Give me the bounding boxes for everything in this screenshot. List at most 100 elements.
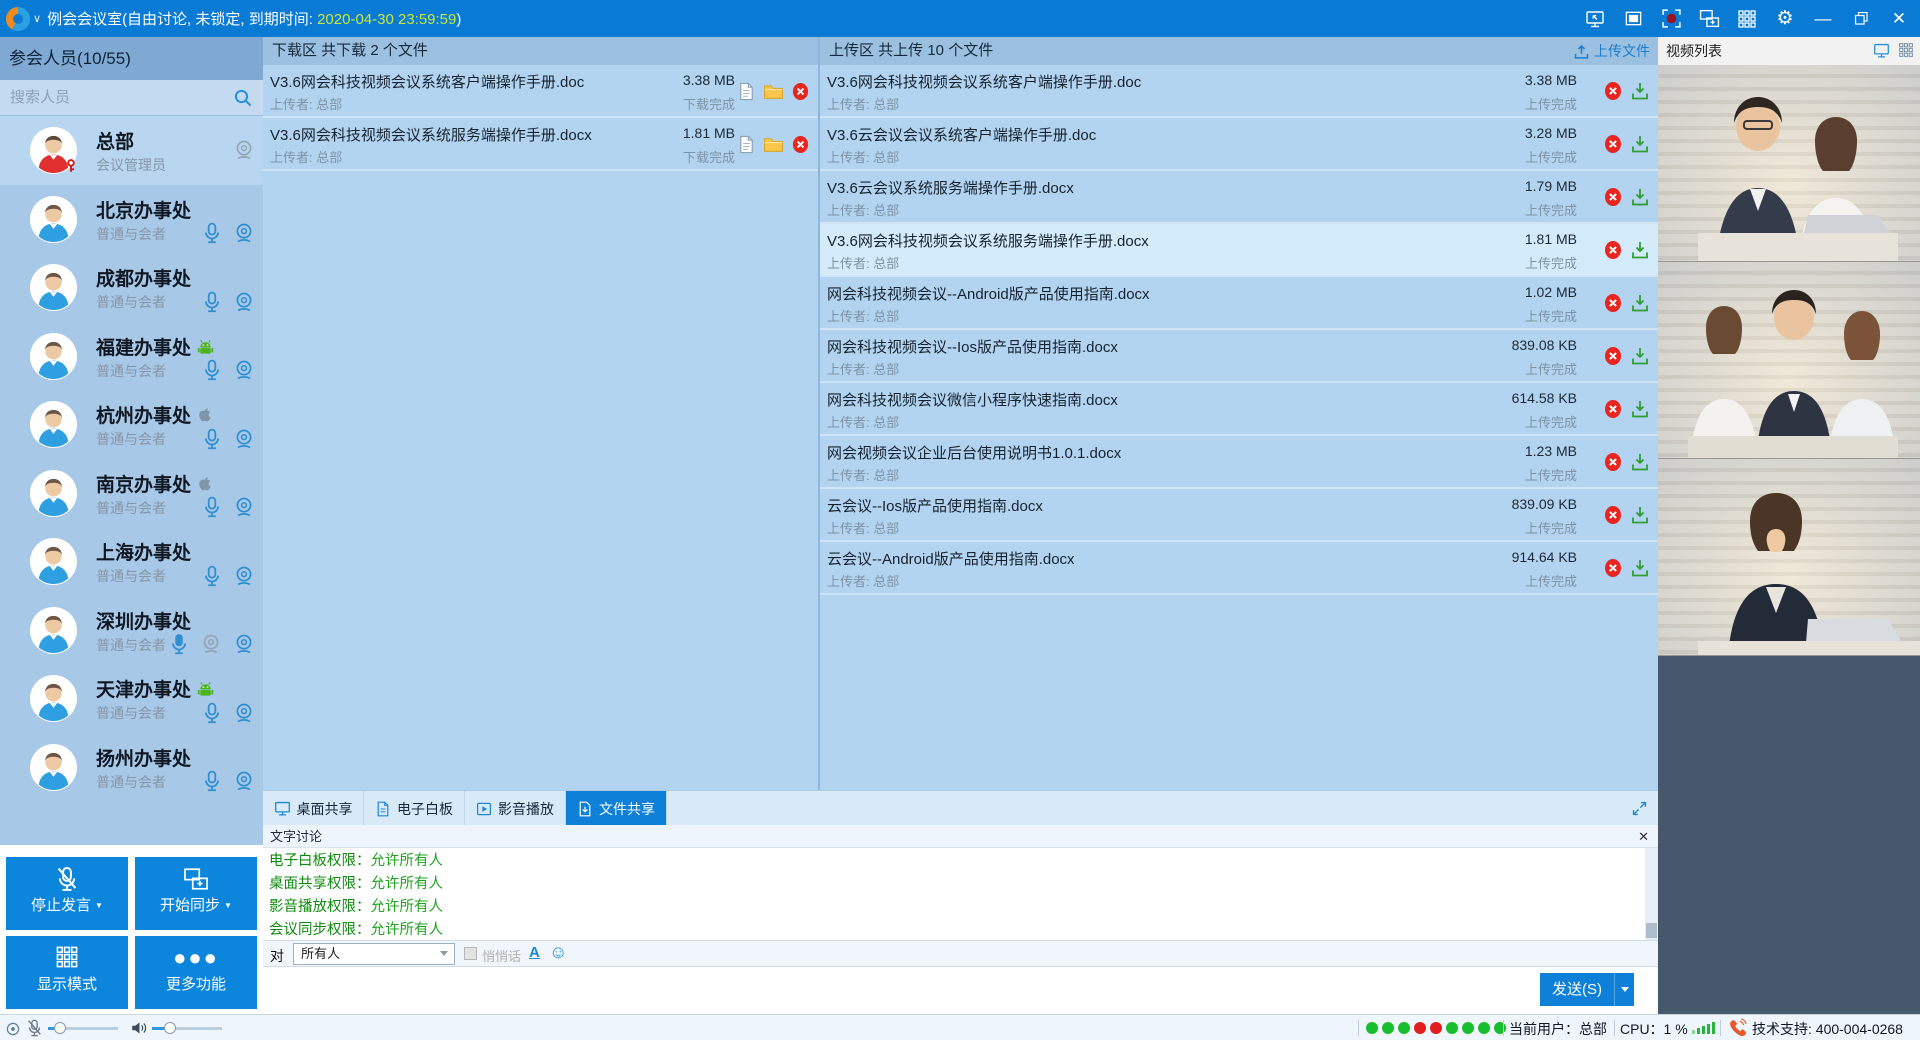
tab-desktop-share[interactable]: 桌面共享 [263,791,364,826]
screen-share-icon[interactable] [1584,8,1606,30]
upload-file-row[interactable]: 网会科技视频会议--Android版产品使用指南.docx 上传者: 总部 1.… [820,277,1658,330]
participant-row[interactable]: 深圳办事处 普通与会者 [0,596,263,665]
upload-file-row[interactable]: V3.6云会议会议系统客户端操作手册.doc 上传者: 总部 3.28 MB 上… [820,118,1658,171]
mic-active-icon[interactable] [169,633,189,655]
layout-grid-icon[interactable] [1736,8,1758,30]
download-file-icon[interactable] [1630,558,1650,578]
upload-file-row-selected[interactable]: V3.6网会科技视频会议系统服务端操作手册.docx 上传者: 总部 1.81 … [820,224,1658,277]
webcam-off-icon[interactable] [233,139,255,161]
participant-row[interactable]: 北京办事处 普通与会者 [0,185,263,254]
stop-speaking-button[interactable]: 停止发言▼ [6,857,128,930]
video-mode-icon[interactable] [1873,42,1890,59]
webcam-off-icon[interactable] [200,633,222,655]
download-file-icon[interactable] [1630,293,1650,313]
delete-file-icon[interactable] [1603,399,1623,419]
participant-row[interactable]: 扬州办事处 普通与会者 [0,733,263,802]
open-folder-icon[interactable] [763,134,784,155]
scrollbar-thumb[interactable] [1646,923,1657,938]
participant-row[interactable]: 成都办事处 普通与会者 [0,253,263,322]
display-mode-button[interactable]: 显示模式 [6,936,128,1009]
search-input[interactable] [0,80,263,115]
close-button[interactable]: ✕ [1888,8,1910,30]
chevron-down-icon[interactable]: ∨ [33,12,41,25]
delete-file-icon[interactable] [791,82,810,101]
mic-icon[interactable] [202,702,222,724]
mic-icon[interactable] [202,770,222,792]
download-file-icon[interactable] [1630,81,1650,101]
settings-gear-icon[interactable]: ⚙ [1774,8,1796,30]
webcam-icon[interactable] [233,496,255,518]
delete-file-icon[interactable] [1603,293,1623,313]
download-file-row[interactable]: V3.6网会科技视频会议系统服务端操作手册.docx 上传者: 总部 1.81 … [263,118,818,171]
tab-whiteboard[interactable]: 电子白板 [364,791,465,826]
upload-file-row[interactable]: 网会科技视频会议--Ios版产品使用指南.docx 上传者: 总部 839.08… [820,330,1658,383]
mic-volume-slider[interactable] [48,1027,118,1030]
open-folder-icon[interactable] [763,81,784,102]
download-file-icon[interactable] [1630,346,1650,366]
open-file-icon[interactable] [737,135,756,154]
participant-row[interactable]: 总部 会议管理员 [0,116,263,185]
delete-file-icon[interactable] [1603,558,1623,578]
sync-screens-icon[interactable] [1698,8,1720,30]
mic-icon[interactable] [202,428,222,450]
participant-row[interactable]: 杭州办事处 普通与会者 [0,390,263,459]
delete-file-icon[interactable] [1603,346,1623,366]
webcam-icon[interactable] [233,702,255,724]
delete-file-icon[interactable] [1603,187,1623,207]
download-file-icon[interactable] [1630,399,1650,419]
upload-file-row[interactable]: 网会视频会议企业后台使用说明书1.0.1.docx 上传者: 总部 1.23 M… [820,436,1658,489]
participant-row[interactable]: 天津办事处 普通与会者 [0,664,263,733]
download-file-icon[interactable] [1630,187,1650,207]
delete-file-icon[interactable] [791,135,810,154]
tab-media-play[interactable]: 影音播放 [465,791,566,826]
participant-row[interactable]: 福建办事处 普通与会者 [0,322,263,391]
tab-file-share[interactable]: 文件共享 [566,791,667,826]
upload-file-row[interactable]: V3.6网会科技视频会议系统客户端操作手册.doc 上传者: 总部 3.38 M… [820,65,1658,118]
download-file-icon[interactable] [1630,134,1650,154]
delete-file-icon[interactable] [1603,505,1623,525]
delete-file-icon[interactable] [1603,81,1623,101]
webcam-icon[interactable] [233,222,255,244]
send-options-arrow[interactable] [1614,973,1634,1006]
webcam-icon[interactable] [233,291,255,313]
send-button[interactable]: 发送(S) [1540,973,1634,1006]
video-feed-1[interactable] [1658,65,1920,262]
mic-icon[interactable] [202,222,222,244]
record-icon[interactable] [1660,8,1682,30]
mic-icon[interactable] [202,359,222,381]
recipient-select[interactable]: 所有人 [293,943,455,965]
mic-icon[interactable] [202,496,222,518]
webcam-icon[interactable] [233,565,255,587]
open-file-icon[interactable] [737,82,756,101]
video-grid-icon[interactable] [1898,42,1914,58]
search-icon[interactable] [233,88,253,108]
webcam-icon[interactable] [233,359,255,381]
emoji-icon[interactable]: ☺ [549,942,567,963]
upload-file-link[interactable]: 上传文件 [1573,37,1650,65]
chat-input-area[interactable]: 发送(S) [263,967,1658,1014]
upload-file-row[interactable]: 网会科技视频会议微信小程序快速指南.docx 上传者: 总部 614.58 KB… [820,383,1658,436]
upload-file-row[interactable]: V3.6云会议系统服务端操作手册.docx 上传者: 总部 1.79 MB 上传… [820,171,1658,224]
more-functions-button[interactable]: ●●● 更多功能 [135,936,257,1009]
chat-scrollbar[interactable] [1645,848,1658,940]
upload-file-row[interactable]: 云会议--Ios版产品使用指南.docx 上传者: 总部 839.09 KB 上… [820,489,1658,542]
restore-button[interactable] [1850,8,1872,30]
video-feed-2[interactable] [1658,262,1920,459]
webcam-icon[interactable] [233,770,255,792]
speaker-icon[interactable] [130,1019,148,1037]
start-sync-button[interactable]: 开始同步▼ [135,857,257,930]
fullscreen-window-icon[interactable] [1622,8,1644,30]
delete-file-icon[interactable] [1603,134,1623,154]
download-file-row[interactable]: V3.6网会科技视频会议系统客户端操作手册.doc 上传者: 总部 3.38 M… [263,65,818,118]
delete-file-icon[interactable] [1603,240,1623,260]
minimize-button[interactable]: — [1812,8,1834,30]
font-style-button[interactable]: A [529,944,540,961]
participant-row[interactable]: 南京办事处 普通与会者 [0,459,263,528]
download-file-icon[interactable] [1630,452,1650,472]
expand-icon[interactable] [1631,800,1648,818]
webcam-icon[interactable] [233,428,255,450]
video-feed-3[interactable] [1658,459,1920,656]
mic-icon[interactable] [202,291,222,313]
whisper-checkbox[interactable] [464,947,477,960]
webcam-icon[interactable] [233,633,255,655]
